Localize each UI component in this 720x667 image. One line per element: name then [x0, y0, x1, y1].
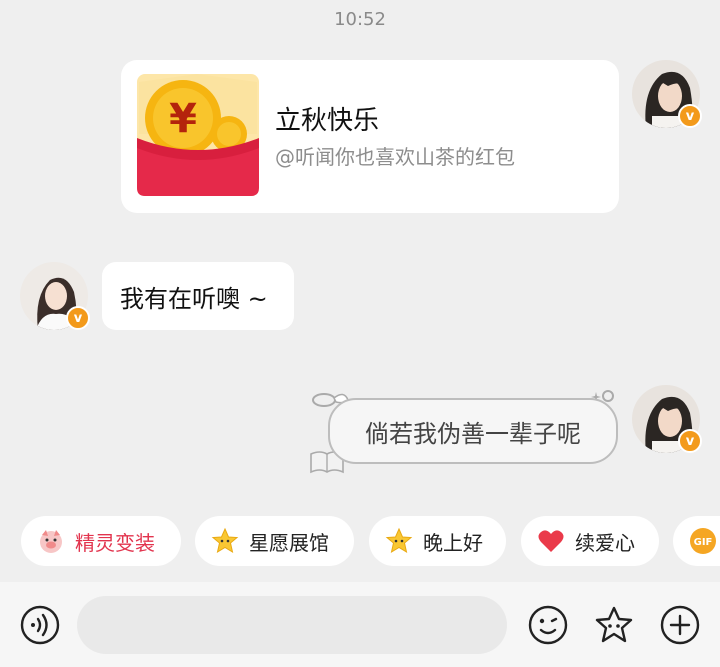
- avatar-self[interactable]: v: [632, 385, 702, 453]
- outgoing-message-bubble[interactable]: 倘若我伪善一辈子呢: [328, 398, 618, 464]
- star-face-icon: [211, 527, 239, 555]
- chip-label: 续爱心: [575, 530, 635, 555]
- sticker-button[interactable]: [593, 604, 635, 646]
- star-sticker-icon: [595, 606, 633, 643]
- verified-badge-icon: v: [66, 306, 90, 330]
- chip-sprite-costume[interactable]: 精灵变装: [21, 516, 181, 566]
- emoji-button[interactable]: [527, 604, 569, 646]
- svg-text:GIF: GIF: [694, 537, 713, 548]
- chip-label: 晚上好: [423, 530, 483, 555]
- red-packet-icon: ¥: [137, 74, 259, 196]
- message-input[interactable]: [77, 596, 507, 654]
- chip-label: 星愿展馆: [249, 530, 329, 555]
- heart-icon: [537, 527, 565, 555]
- pig-face-icon: [37, 527, 65, 555]
- red-packet-message[interactable]: ¥ 立秋快乐 @听闻你也喜欢山茶的红包: [121, 60, 619, 213]
- red-packet-subtitle: @听闻你也喜欢山茶的红包: [275, 145, 515, 169]
- emoji-icon: [528, 605, 568, 645]
- more-button[interactable]: [659, 604, 701, 646]
- chip-good-evening[interactable]: 晚上好: [369, 516, 506, 566]
- avatar-contact[interactable]: v: [20, 262, 90, 330]
- star-face-icon: [385, 527, 413, 555]
- voice-icon: [20, 605, 60, 645]
- timestamp: 10:52: [334, 9, 386, 30]
- chip-wish-gallery[interactable]: 星愿展馆: [195, 516, 354, 566]
- plus-icon: [660, 605, 700, 645]
- red-packet-title: 立秋快乐: [275, 106, 380, 136]
- verified-badge-icon: v: [678, 429, 702, 453]
- avatar-self[interactable]: v: [632, 60, 702, 128]
- chip-label: 精灵变装: [75, 530, 155, 555]
- voice-button[interactable]: [19, 604, 61, 646]
- svg-text:¥: ¥: [169, 96, 197, 142]
- verified-badge-icon: v: [678, 104, 702, 128]
- incoming-message-bubble[interactable]: 我有在听噢 ~: [102, 262, 294, 330]
- chip-continue-love[interactable]: 续爱心: [521, 516, 659, 566]
- gif-icon: GIF: [689, 527, 717, 555]
- quick-reply-bar: 精灵变装 星愿展馆 晚上好 续爱心 GIF: [0, 516, 720, 568]
- input-bar: [0, 582, 720, 667]
- chip-gif[interactable]: GIF: [673, 516, 720, 566]
